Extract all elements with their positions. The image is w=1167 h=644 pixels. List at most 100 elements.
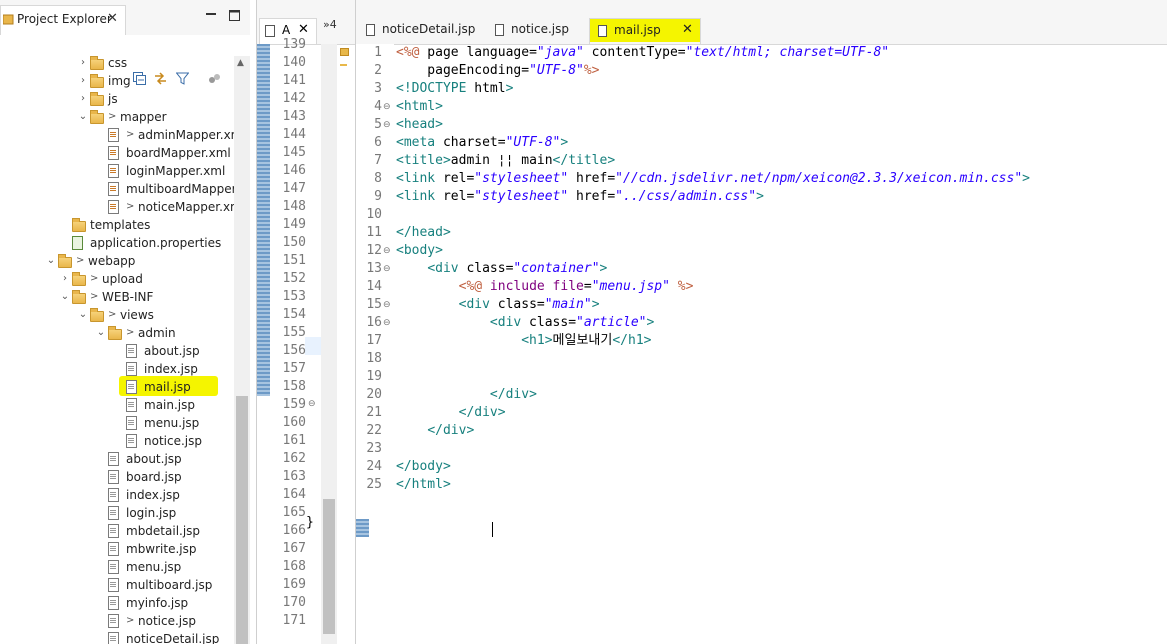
line-number: 145 xyxy=(282,145,306,160)
code-line[interactable]: </html> xyxy=(396,476,451,494)
tree-item[interactable]: templates xyxy=(0,216,234,234)
occurrence-marker[interactable] xyxy=(340,64,347,66)
tree-item[interactable]: notice.jsp xyxy=(0,432,234,450)
line-number: 12 xyxy=(366,243,382,258)
code-area[interactable]: <%@ page language="java" contentType="te… xyxy=(396,44,1167,644)
code-line[interactable]: <meta charset="UTF-8"> xyxy=(396,134,568,152)
code-line[interactable]: pageEncoding="UTF-8"%> xyxy=(396,62,599,80)
line-number: 20 xyxy=(366,387,382,402)
close-icon[interactable]: ✕ xyxy=(682,22,693,37)
tree-item[interactable]: multiboardMapper.: xyxy=(0,180,234,198)
tree-item-label: mbdetail.jsp xyxy=(126,524,201,538)
fold-icon[interactable]: ⊖ xyxy=(383,260,391,278)
line-number: 153 xyxy=(282,289,306,304)
tree-item[interactable]: › > upload xyxy=(0,270,234,288)
code-line[interactable]: <div class="main"> xyxy=(396,296,600,314)
code-line[interactable]: </div> xyxy=(396,404,506,422)
tree-item[interactable]: › js xyxy=(0,90,234,108)
tab-noticeDetail[interactable]: noticeDetail.jsp xyxy=(358,18,486,44)
code-line[interactable]: <html> xyxy=(396,98,443,116)
folder-icon xyxy=(90,308,104,322)
explorer-scroll-thumb[interactable] xyxy=(236,396,248,644)
chevron-right-icon[interactable]: › xyxy=(78,91,88,107)
code-line[interactable]: <div class="article"> xyxy=(396,314,654,332)
tree-item[interactable]: about.jsp xyxy=(0,342,234,360)
code-line[interactable]: <body> xyxy=(396,242,443,260)
tree-item[interactable]: › img xyxy=(0,72,234,90)
close-icon[interactable]: ✕ xyxy=(107,11,118,26)
secondary-editor-scroll-thumb[interactable] xyxy=(323,499,335,634)
code-line[interactable]: </div> xyxy=(396,422,474,440)
tree-item[interactable]: application.properties xyxy=(0,234,234,252)
tab-mail[interactable]: mail.jsp ✕ xyxy=(589,18,701,44)
tree-item[interactable]: menu.jsp xyxy=(0,414,234,432)
tree-item[interactable]: ⌄ > webapp xyxy=(0,252,234,270)
tree-item[interactable]: > noticeMapper.xm xyxy=(0,198,234,216)
code-line[interactable]: <%@ page language="java" contentType="te… xyxy=(396,44,889,62)
chevron-down-icon[interactable]: ⌄ xyxy=(96,325,106,341)
minimize-icon[interactable] xyxy=(206,8,216,22)
tree-item[interactable]: boardMapper.xml xyxy=(0,144,234,162)
close-icon[interactable]: ✕ xyxy=(298,22,309,37)
more-tabs-button[interactable]: »4 xyxy=(323,18,337,31)
tree-item[interactable]: › css xyxy=(0,54,234,72)
fold-icon[interactable]: ⊖ xyxy=(383,314,391,332)
fold-icon[interactable]: ⊖ xyxy=(383,116,391,134)
tree-item[interactable]: about.jsp xyxy=(0,450,234,468)
line-number: 22 xyxy=(366,423,382,438)
secondary-editor-scrollbar[interactable] xyxy=(321,44,337,644)
tree-item[interactable]: ⌄ > WEB-INF xyxy=(0,288,234,306)
tree-item[interactable]: ⌄ > views xyxy=(0,306,234,324)
tree-item[interactable]: ⌄ > mapper xyxy=(0,108,234,126)
tree-item[interactable]: index.jsp xyxy=(0,360,234,378)
explorer-scrollbar[interactable]: ▲ xyxy=(234,56,250,644)
code-line[interactable]: <head> xyxy=(396,116,443,134)
chevron-right-icon[interactable]: › xyxy=(78,73,88,89)
tree-item[interactable]: mbwrite.jsp xyxy=(0,540,234,558)
chevron-down-icon[interactable]: ⌄ xyxy=(78,109,88,125)
code-line[interactable]: </body> xyxy=(396,458,451,476)
chevron-down-icon[interactable]: ⌄ xyxy=(60,289,70,305)
code-line[interactable]: </div> xyxy=(396,386,537,404)
code-line[interactable]: <div class="container"> xyxy=(396,260,607,278)
tree-item[interactable]: mbdetail.jsp xyxy=(0,522,234,540)
chevron-right-icon[interactable]: › xyxy=(78,55,88,71)
tree-item[interactable]: multiboard.jsp xyxy=(0,576,234,594)
warning-marker[interactable] xyxy=(340,48,349,56)
tree-item[interactable]: board.jsp xyxy=(0,468,234,486)
tree-item[interactable]: > adminMapper.xm xyxy=(0,126,234,144)
code-line[interactable]: <link rel="stylesheet" href="../css/admi… xyxy=(396,188,764,206)
tree-item[interactable]: main.jsp xyxy=(0,396,234,414)
tree-item[interactable]: ⌄ > admin xyxy=(0,324,234,342)
tree-item-label: js xyxy=(108,92,118,106)
tree-item[interactable]: myinfo.jsp xyxy=(0,594,234,612)
tree-item-label: views xyxy=(120,308,154,322)
chevron-right-icon[interactable]: › xyxy=(60,271,70,287)
project-explorer-tab[interactable]: Project Explorer ✕ xyxy=(0,5,126,35)
code-line[interactable]: </head> xyxy=(396,224,451,242)
chevron-down-icon[interactable]: ⌄ xyxy=(46,253,56,269)
code-line[interactable]: <title>admin ¦¦ main</title> xyxy=(396,152,615,170)
tab-notice[interactable]: notice.jsp xyxy=(487,18,587,44)
scroll-up-icon[interactable]: ▲ xyxy=(237,58,244,68)
fold-icon[interactable]: ⊖ xyxy=(383,98,391,116)
tree-item[interactable]: > notice.jsp xyxy=(0,612,234,630)
fold-icon[interactable]: ⊖ xyxy=(383,242,391,260)
chevron-down-icon[interactable]: ⌄ xyxy=(78,307,88,323)
code-line[interactable]: <%@ include file="menu.jsp" %> xyxy=(396,278,694,296)
code-line[interactable]: <link rel="stylesheet" href="//cdn.jsdel… xyxy=(396,170,1030,188)
fold-icon[interactable]: ⊖ xyxy=(383,296,391,314)
line-number: 17 xyxy=(366,333,382,348)
jsp-file-icon xyxy=(126,434,137,448)
change-decorator: > xyxy=(108,111,117,122)
code-line[interactable]: <h1>메일보내기</h1> xyxy=(396,332,651,350)
tree-item[interactable]: login.jsp xyxy=(0,504,234,522)
maximize-icon[interactable] xyxy=(229,10,240,24)
tree-item[interactable]: index.jsp xyxy=(0,486,234,504)
tree-item[interactable]: menu.jsp xyxy=(0,558,234,576)
fold-icon[interactable]: ⊖ xyxy=(308,399,316,409)
tree-item[interactable]: mail.jsp xyxy=(0,378,234,396)
tree-item[interactable]: noticeDetail.jsp xyxy=(0,630,234,644)
code-line[interactable]: <!DOCTYPE html> xyxy=(396,80,513,98)
tree-item[interactable]: loginMapper.xml xyxy=(0,162,234,180)
